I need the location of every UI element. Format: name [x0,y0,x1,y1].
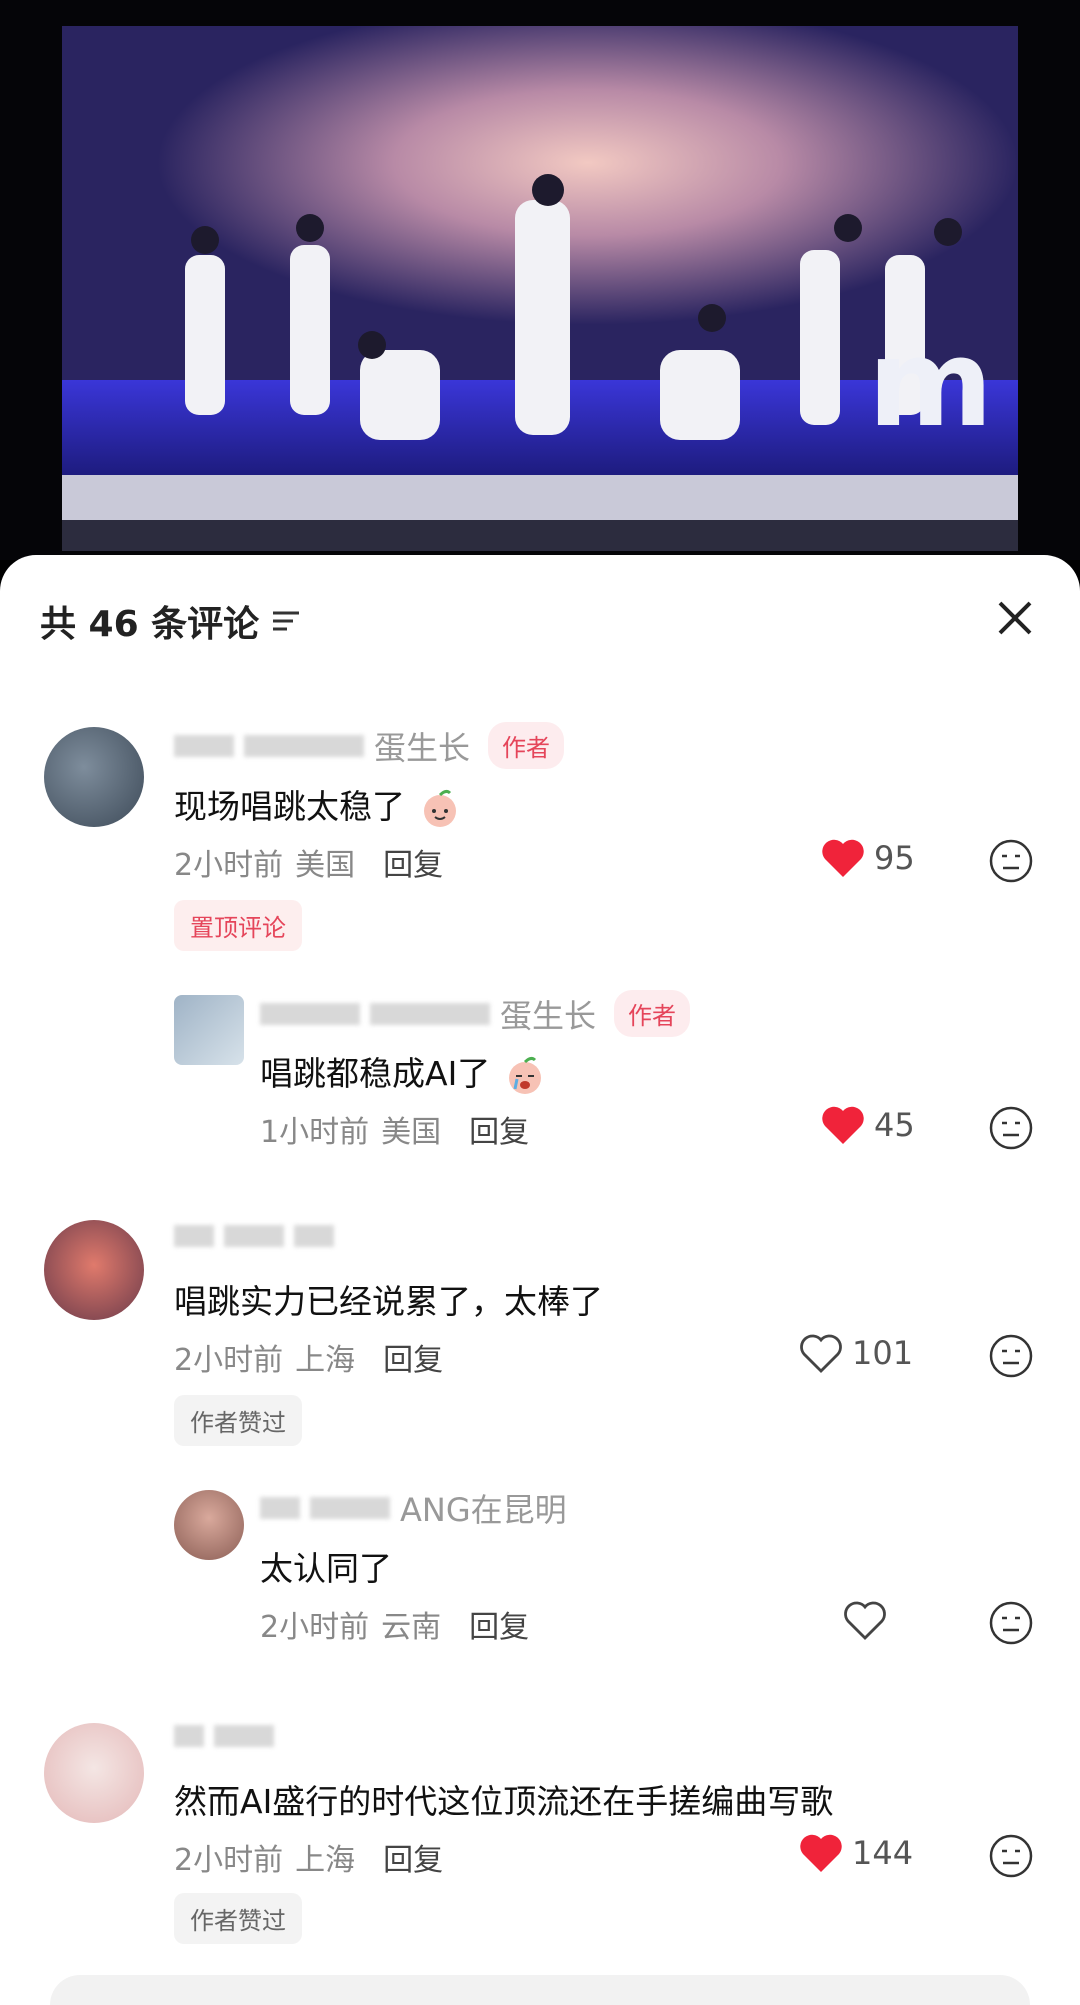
comment-text: 太认同了 [260,1549,392,1588]
stage-image: m [62,26,1018,551]
blurred-name [224,1225,284,1247]
comment-username-row: 蛋生长 作者 [174,722,565,769]
like-button[interactable]: 101 [798,1332,913,1374]
author-liked-badge: 作者赞过 [174,1893,302,1944]
author-tag: 作者 [488,722,565,769]
comment-location: 云南 [381,1610,442,1645]
comments-sheet: 共 46 条评论 蛋生长 作者 现场唱跳太稳了 2小时前 美国 回复 95 置顶… [0,555,1080,2005]
author-liked-badge: 作者赞过 [174,1395,302,1446]
blurred-name [370,1002,490,1025]
reply-button[interactable]: 回复 [383,840,443,884]
peach-smile-emoji [423,789,456,827]
comment-text: 现场唱跳太稳了 [174,780,460,829]
comment-meta: 2小时前 美国 回复 [174,840,443,884]
comment-location: 美国 [381,1115,442,1150]
comment-time: 1小时前 [260,1115,370,1150]
avatar[interactable] [44,1723,144,1823]
dislike-face-icon[interactable] [988,1333,1034,1379]
comment-time: 2小时前 [174,1843,284,1878]
like-button[interactable]: 45 [820,1104,915,1146]
comment-username-row: ANG在昆明 [260,1485,567,1531]
comment-meta: 1小时前 美国 回复 [260,1107,529,1151]
blurred-name [310,1497,390,1519]
comment-location: 上海 [295,1343,356,1378]
comments-count-title: 共 46 条评论 [40,604,260,645]
like-button[interactable] [842,1599,896,1641]
comment-location: 上海 [295,1843,356,1878]
blurred-name [174,734,234,757]
avatar[interactable] [174,1490,244,1560]
comment-time: 2小时前 [260,1610,370,1645]
comment-username[interactable]: 蛋生长 [500,991,596,1037]
blurred-name [174,1225,214,1247]
comment-username[interactable]: 蛋生长 [374,723,470,769]
comment-time: 2小时前 [174,848,284,883]
comments-header: 共 46 条评论 [40,595,303,647]
author-tag: 作者 [614,990,691,1037]
dislike-face-icon[interactable] [988,1833,1034,1879]
heart-outline-icon [800,1334,842,1373]
blurred-name [260,1497,300,1519]
pinned-comment-badge: 置顶评论 [174,900,302,951]
like-count: 45 [874,1106,915,1144]
comment-username[interactable]: ANG在昆明 [400,1485,567,1531]
heart-filled-icon [800,1834,842,1872]
reply-button[interactable]: 回复 [383,1335,443,1379]
dislike-face-icon[interactable] [988,838,1034,884]
reply-button[interactable]: 回复 [469,1602,529,1646]
comment-text-content: 现场唱跳太稳了 [174,787,405,826]
close-icon[interactable] [990,593,1040,643]
avatar[interactable] [174,995,244,1065]
heart-filled-icon [822,839,864,877]
comment-meta: 2小时前 云南 回复 [260,1602,529,1646]
comment-input-bar[interactable] [50,1975,1030,2005]
comment-text: 然而AI盛行的时代这位顶流还在手搓编曲写歌 [174,1782,834,1821]
heart-outline-icon [844,1601,886,1640]
comment-meta: 2小时前 上海 回复 [174,1335,443,1379]
comment-username-row [174,1725,284,1747]
blurred-name [244,734,364,757]
like-button[interactable]: 95 [820,837,915,879]
comment-username-row [174,1225,344,1247]
comment-username-row: 蛋生长 作者 [260,990,691,1037]
comment-text-content: 唱跳都稳成AI了 [260,1054,491,1093]
avatar[interactable] [44,727,144,827]
blurred-name [260,1002,360,1025]
sort-lines-icon[interactable] [269,607,303,635]
reply-button[interactable]: 回复 [469,1107,529,1151]
like-button[interactable]: 144 [798,1832,913,1874]
avatar[interactable] [44,1220,144,1320]
comment-time: 2小时前 [174,1343,284,1378]
dislike-face-icon[interactable] [988,1105,1034,1151]
comment-text: 唱跳实力已经说累了，太棒了 [174,1282,603,1321]
reply-button[interactable]: 回复 [383,1835,443,1879]
blurred-name [294,1225,334,1247]
video-frame[interactable]: m [0,0,1080,560]
blurred-name [214,1725,274,1747]
like-count: 95 [874,839,915,877]
blurred-name [174,1725,204,1747]
comment-location: 美国 [295,848,356,883]
like-count: 101 [852,1334,914,1372]
peach-cry-emoji [508,1056,541,1094]
comment-meta: 2小时前 上海 回复 [174,1835,443,1879]
dislike-face-icon[interactable] [988,1600,1034,1646]
like-count: 144 [852,1834,914,1872]
comment-text: 唱跳都稳成AI了 [260,1047,545,1096]
stage-logo: m [868,315,993,454]
heart-filled-icon [822,1106,864,1144]
